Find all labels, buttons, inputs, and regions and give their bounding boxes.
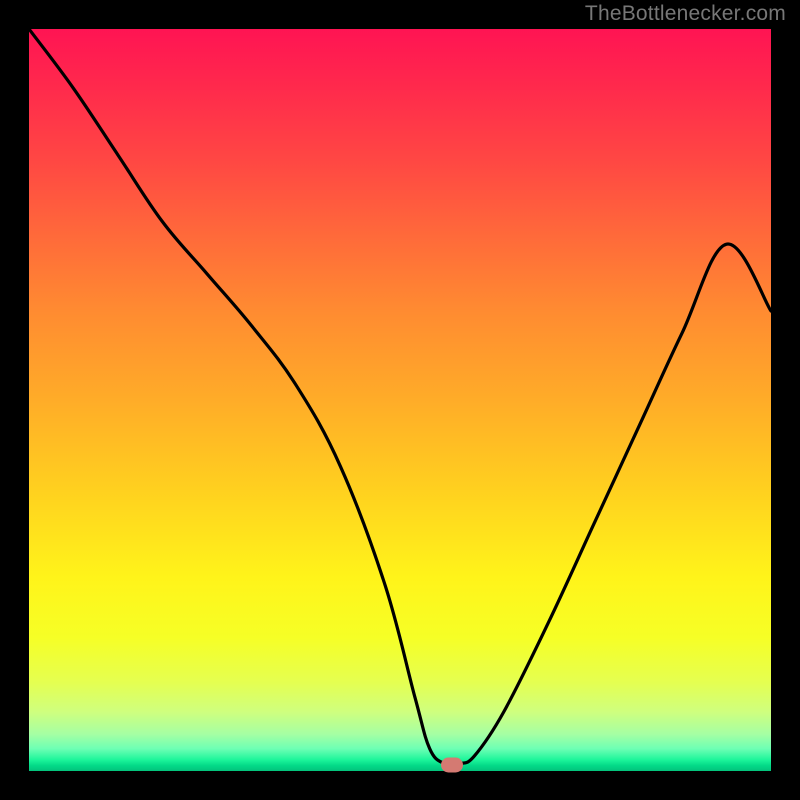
- plot-area: [29, 29, 771, 771]
- chart-frame: TheBottlenecker.com: [0, 0, 800, 800]
- attribution-text: TheBottlenecker.com: [585, 2, 786, 26]
- bottleneck-curve: [29, 29, 771, 771]
- min-marker: [441, 758, 463, 773]
